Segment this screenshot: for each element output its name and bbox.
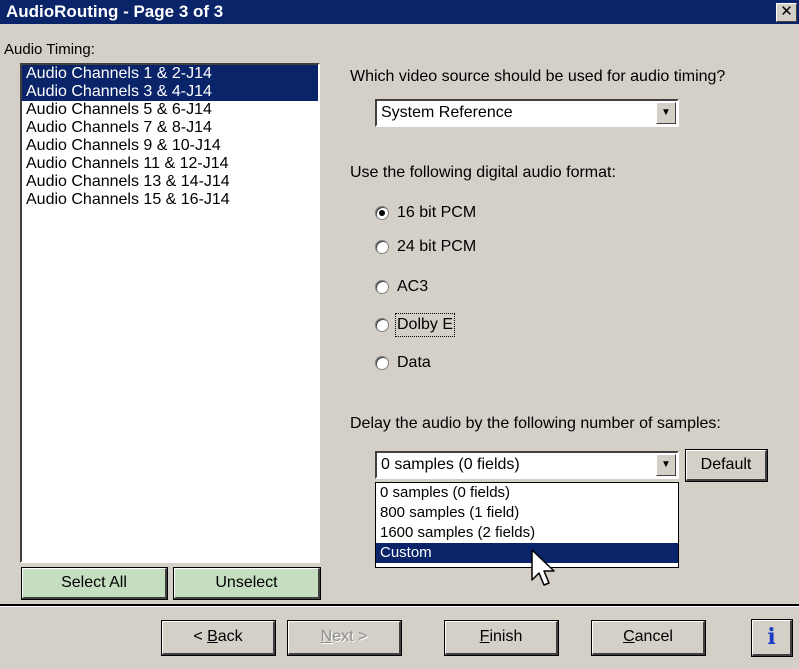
video-source-select[interactable]: System Reference ▼ xyxy=(375,99,679,127)
close-icon: ✕ xyxy=(780,3,793,20)
title-bar[interactable]: AudioRouting - Page 3 of 3 ✕ xyxy=(0,0,799,24)
delay-dropdown-button[interactable]: ▼ xyxy=(656,454,676,476)
cancel-button[interactable]: Cancel xyxy=(591,620,706,656)
dropdown-option[interactable]: 0 samples (0 fields) xyxy=(376,483,678,503)
radio-button[interactable] xyxy=(375,240,389,254)
default-button[interactable]: Default xyxy=(685,449,768,482)
mouse-pointer-icon xyxy=(531,549,555,586)
back-label: ack xyxy=(217,628,243,645)
format-option-label: 16 bit PCM xyxy=(397,204,477,221)
format-option-label: Dolby E xyxy=(394,313,456,337)
radio-button[interactable] xyxy=(375,206,389,220)
window-title: AudioRouting - Page 3 of 3 xyxy=(6,2,224,21)
list-item-channels-15-16[interactable]: Audio Channels 15 & 16-J14 xyxy=(22,191,318,209)
delay-dropdown-list[interactable]: 0 samples (0 fields) 800 samples (1 fiel… xyxy=(375,482,679,568)
chevron-down-icon: ▼ xyxy=(661,459,671,470)
video-source-value: System Reference xyxy=(381,104,513,121)
chevron-down-icon: ▼ xyxy=(661,107,671,118)
audio-channel-list[interactable]: Audio Channels 1 & 2-J14 Audio Channels … xyxy=(20,63,320,563)
back-button[interactable]: < Back xyxy=(161,620,276,656)
audio-format-label: Use the following digital audio format: xyxy=(350,164,616,181)
radio-button[interactable] xyxy=(375,356,389,370)
dropdown-option[interactable]: 1600 samples (2 fields) xyxy=(376,523,678,543)
video-source-dropdown-button[interactable]: ▼ xyxy=(656,102,676,124)
delay-label: Delay the audio by the following number … xyxy=(350,415,721,432)
back-mnemonic: B xyxy=(207,628,218,645)
format-option-label: Data xyxy=(397,354,431,371)
unselect-button[interactable]: Unselect xyxy=(173,567,321,600)
list-item-channels-13-14[interactable]: Audio Channels 13 & 14-J14 xyxy=(22,173,318,191)
finish-label: inish xyxy=(489,628,523,645)
delay-samples-select[interactable]: 0 samples (0 fields) ▼ xyxy=(375,451,679,479)
info-button[interactable]: i xyxy=(751,619,793,657)
finish-button[interactable]: Finish xyxy=(444,620,559,656)
close-button[interactable]: ✕ xyxy=(776,3,797,22)
select-all-button[interactable]: Select All xyxy=(21,567,168,600)
delay-samples-value: 0 samples (0 fields) xyxy=(381,456,520,473)
cancel-label: ancel xyxy=(634,628,673,645)
cancel-mnemonic: C xyxy=(623,628,635,645)
radio-selected-dot xyxy=(379,210,385,216)
dropdown-option[interactable]: 800 samples (1 field) xyxy=(376,503,678,523)
info-icon: i xyxy=(767,624,776,650)
audio-timing-label: Audio Timing: xyxy=(4,41,95,58)
list-item-channels-5-6[interactable]: Audio Channels 5 & 6-J14 xyxy=(22,101,318,119)
next-label: ext > xyxy=(332,628,368,645)
format-option-label: 24 bit PCM xyxy=(397,238,477,255)
list-item-channels-9-10[interactable]: Audio Channels 9 & 10-J14 xyxy=(22,137,318,155)
list-item-channels-7-8[interactable]: Audio Channels 7 & 8-J14 xyxy=(22,119,318,137)
back-prefix: < xyxy=(193,628,208,645)
audio-routing-dialog: AudioRouting - Page 3 of 3 ✕ Audio Timin… xyxy=(0,0,799,669)
list-item-channels-3-4[interactable]: Audio Channels 3 & 4-J14 xyxy=(22,83,318,101)
format-option-label: AC3 xyxy=(397,278,429,295)
radio-button[interactable] xyxy=(375,280,389,294)
list-item-channels-1-2[interactable]: Audio Channels 1 & 2-J14 xyxy=(22,65,318,83)
finish-mnemonic: F xyxy=(479,628,490,645)
video-source-question: Which video source should be used for au… xyxy=(350,68,726,85)
dropdown-option-custom[interactable]: Custom xyxy=(376,543,678,563)
list-item-channels-11-12[interactable]: Audio Channels 11 & 12-J14 xyxy=(22,155,318,173)
next-button[interactable]: Next > xyxy=(287,620,402,656)
footer-separator xyxy=(0,604,799,607)
radio-button[interactable] xyxy=(375,318,389,332)
next-mnemonic: N xyxy=(320,628,333,645)
